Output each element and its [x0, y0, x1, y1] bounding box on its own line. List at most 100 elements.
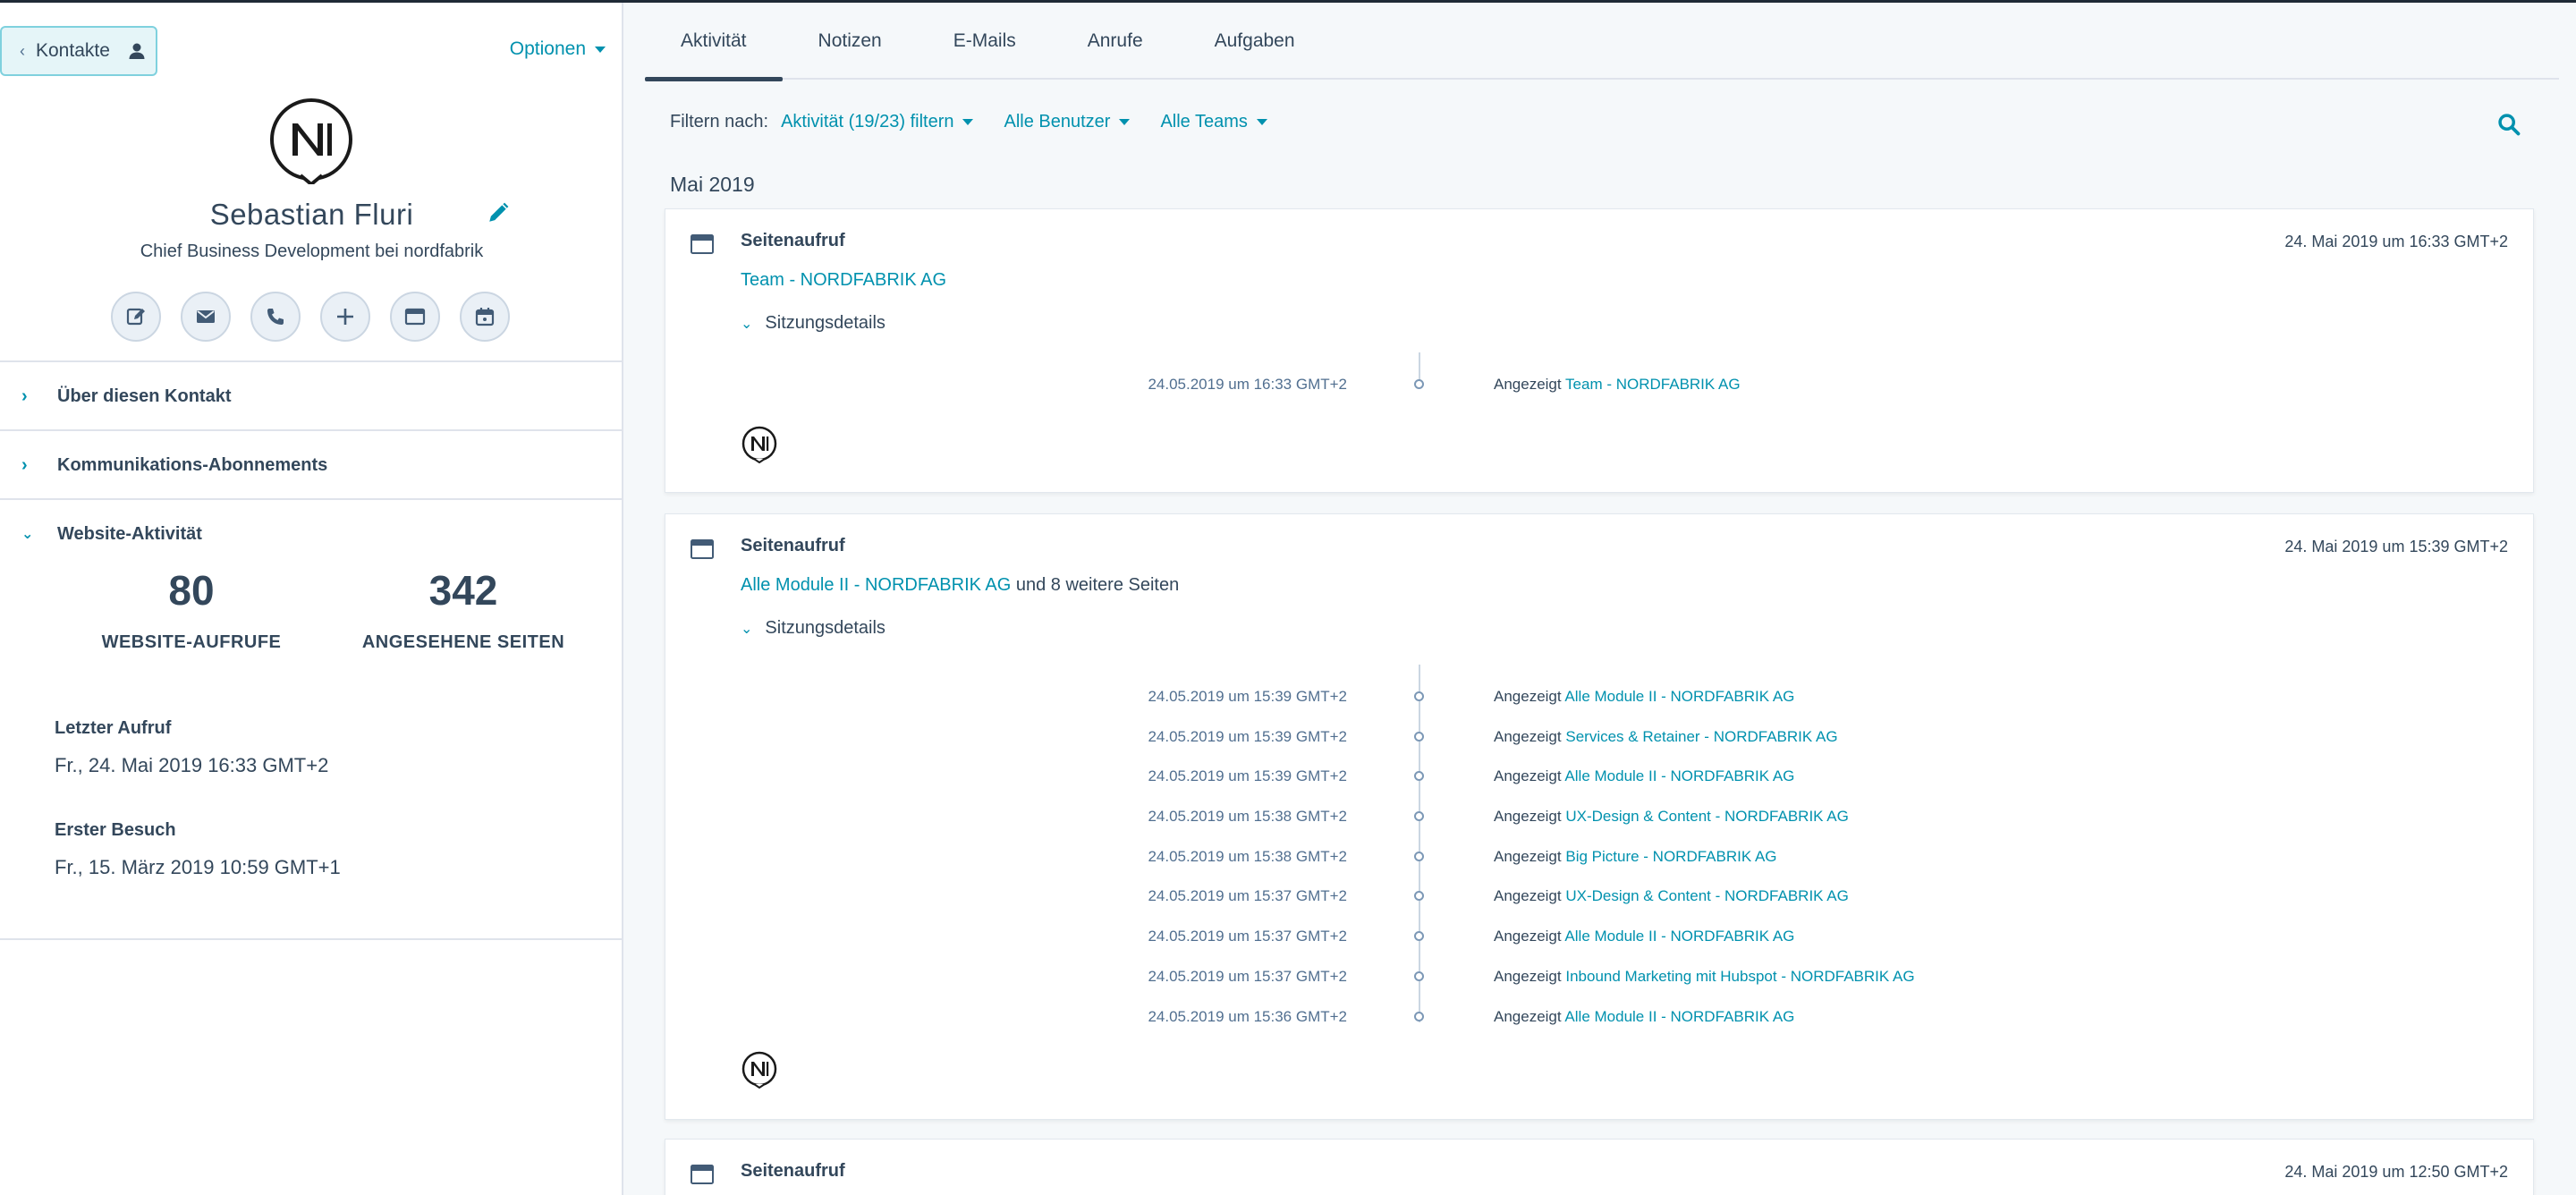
browser-window-icon — [691, 539, 714, 559]
teams-filter-dropdown[interactable]: Alle Teams — [1160, 112, 1267, 132]
page-link[interactable]: Alle Module II - NORDFABRIK AG und 8 wei… — [741, 575, 1179, 596]
email-button[interactable] — [181, 292, 231, 342]
search-icon[interactable] — [2496, 112, 2521, 137]
caret-down-icon — [1119, 119, 1131, 125]
divider — [0, 938, 622, 940]
activity-type: Seitenaufruf — [741, 231, 845, 250]
add-button[interactable] — [320, 292, 370, 342]
browser-window-icon — [691, 1165, 714, 1184]
activity-card: Seitenaufruf 24. Mai 2019 um 16:33 GMT+2… — [665, 208, 2534, 493]
timeline-dot — [1414, 691, 1424, 701]
timeline-row: 24.05.2019 um 15:37 GMT+2 Angezeigt Alle… — [665, 924, 2535, 951]
pencil-icon[interactable] — [487, 201, 510, 225]
page-link[interactable]: Team - NORDFABRIK AG — [741, 270, 946, 291]
event-prefix: Angezeigt — [1494, 808, 1562, 825]
session-details-label: Sitzungsdetails — [765, 618, 886, 638]
timeline-dot — [1414, 1012, 1424, 1021]
chevron-right-icon: › — [21, 386, 28, 406]
timeline-row: 24.05.2019 um 15:39 GMT+2 Angezeigt Alle… — [665, 684, 2535, 711]
event-time: 24.05.2019 um 15:38 GMT+2 — [1148, 808, 1347, 825]
activity-type: Seitenaufruf — [741, 536, 845, 555]
caret-down-icon — [595, 46, 606, 53]
about-contact-section: › Über diesen Kontakt — [0, 360, 622, 430]
timeline-dot — [1414, 931, 1424, 941]
chevron-down-icon: ⌄ — [21, 527, 34, 542]
event-text: Angezeigt Big Picture - NORDFABRIK AG — [1494, 848, 1777, 866]
subscriptions-section: › Kommunikations-Abonnements — [0, 429, 622, 499]
timeline-row: 24.05.2019 um 15:38 GMT+2 Angezeigt Big … — [665, 844, 2535, 871]
about-contact-toggle[interactable]: › Über diesen Kontakt — [0, 362, 622, 430]
tab-emails[interactable]: E-Mails — [918, 3, 1052, 80]
tab-tasks[interactable]: Aufgaben — [1179, 3, 1331, 80]
session-details-toggle[interactable]: ⌄ Sitzungsdetails — [741, 618, 886, 639]
event-page-link[interactable]: Alle Module II - NORDFABRIK AG — [1564, 767, 1794, 784]
activity-filter-dropdown[interactable]: Aktivität (19/23) filtern — [781, 112, 974, 132]
meeting-button[interactable] — [460, 292, 510, 342]
event-page-link[interactable]: Alle Module II - NORDFABRIK AG — [1564, 688, 1794, 705]
tab-calls[interactable]: Anrufe — [1052, 3, 1179, 80]
event-page-link[interactable]: Team - NORDFABRIK AG — [1565, 376, 1741, 393]
event-page-link[interactable]: Inbound Marketing mit Hubspot - NORDFABR… — [1565, 968, 1914, 985]
event-prefix: Angezeigt — [1494, 688, 1562, 705]
timeline-dot — [1414, 771, 1424, 781]
person-icon — [129, 43, 145, 59]
back-to-contacts-button[interactable]: ‹ Kontakte — [0, 26, 157, 76]
session-details-toggle[interactable]: ⌄ Sitzungsdetails — [741, 313, 886, 334]
stat-label: ANGESEHENE SEITEN — [361, 632, 565, 652]
timeline-row: 24.05.2019 um 15:36 GMT+2 Angezeigt Alle… — [665, 1004, 2535, 1031]
event-time: 24.05.2019 um 16:33 GMT+2 — [1148, 376, 1347, 393]
caret-down-icon — [1256, 119, 1267, 125]
event-prefix: Angezeigt — [1494, 848, 1562, 865]
website-activity-toggle[interactable]: ⌄ Website-Aktivität — [0, 500, 622, 568]
stat-value: 342 — [428, 567, 498, 614]
users-filter-dropdown[interactable]: Alle Benutzer — [1004, 112, 1131, 132]
activity-panel: Aktivität Notizen E-Mails Anrufe Aufgabe… — [625, 3, 2576, 1195]
timeline-dot — [1414, 852, 1424, 861]
website-activity-section: ⌄ Website-Aktivität — [0, 498, 622, 568]
event-page-link[interactable]: Alle Module II - NORDFABRIK AG — [1564, 928, 1794, 945]
browser-window-icon — [404, 308, 426, 326]
section-label: Über diesen Kontakt — [57, 386, 232, 406]
subscriptions-toggle[interactable]: › Kommunikations-Abonnements — [0, 431, 622, 499]
caret-down-icon — [962, 119, 974, 125]
phone-icon — [267, 309, 284, 325]
tab-notes[interactable]: Notizen — [783, 3, 918, 80]
event-page-link[interactable]: Big Picture - NORDFABRIK AG — [1565, 848, 1776, 865]
event-page-link[interactable]: Alle Module II - NORDFABRIK AG — [1564, 1008, 1794, 1025]
page-link-text: Alle Module II - NORDFABRIK AG — [741, 575, 1012, 595]
company-logo-avatar — [741, 1051, 777, 1089]
log-activity-button[interactable] — [390, 292, 440, 342]
event-time: 24.05.2019 um 15:37 GMT+2 — [1148, 968, 1347, 985]
event-text: Angezeigt Alle Module II - NORDFABRIK AG — [1494, 688, 1794, 706]
stat-label: WEBSITE-AUFRUFE — [101, 632, 282, 652]
event-time: 24.05.2019 um 15:39 GMT+2 — [1148, 767, 1347, 784]
event-prefix: Angezeigt — [1494, 887, 1562, 904]
stat-pages-viewed: 342 ANGESEHENE SEITEN — [358, 566, 569, 653]
options-dropdown[interactable]: Optionen — [510, 38, 606, 60]
activity-type: Seitenaufruf — [741, 1161, 845, 1181]
plus-icon — [337, 309, 353, 325]
tab-bar: Aktivität Notizen E-Mails Anrufe Aufgabe… — [645, 3, 2559, 81]
activity-date: 24. Mai 2019 um 15:39 GMT+2 — [2284, 538, 2508, 555]
event-page-link[interactable]: Services & Retainer - NORDFABRIK AG — [1565, 728, 1837, 745]
email-icon — [197, 310, 215, 323]
tab-activity[interactable]: Aktivität — [645, 3, 783, 81]
chevron-down-icon: ⌄ — [741, 316, 753, 332]
company-logo-avatar — [741, 426, 777, 463]
event-time: 24.05.2019 um 15:38 GMT+2 — [1148, 848, 1347, 865]
call-button[interactable] — [250, 292, 301, 342]
more-pages-text: und 8 weitere Seiten — [1011, 575, 1180, 595]
event-time: 24.05.2019 um 15:39 GMT+2 — [1148, 728, 1347, 745]
note-button[interactable] — [111, 292, 161, 342]
event-page-link[interactable]: UX-Design & Content - NORDFABRIK AG — [1565, 887, 1849, 904]
activity-date: 24. Mai 2019 um 16:33 GMT+2 — [2284, 233, 2508, 250]
event-page-link[interactable]: UX-Design & Content - NORDFABRIK AG — [1565, 808, 1849, 825]
event-text: Angezeigt Inbound Marketing mit Hubspot … — [1494, 968, 1915, 986]
month-heading: Mai 2019 — [670, 173, 755, 196]
activity-card: Seitenaufruf 24. Mai 2019 um 12:50 GMT+2 — [665, 1139, 2534, 1195]
filter-bar: Filtern nach: Aktivität (19/23) filtern … — [670, 112, 1298, 132]
section-label: Kommunikations-Abonnements — [57, 454, 328, 475]
first-visit-label: Erster Besuch — [55, 820, 176, 840]
event-text: Angezeigt Team - NORDFABRIK AG — [1494, 376, 1741, 394]
event-time: 24.05.2019 um 15:36 GMT+2 — [1148, 1008, 1347, 1025]
